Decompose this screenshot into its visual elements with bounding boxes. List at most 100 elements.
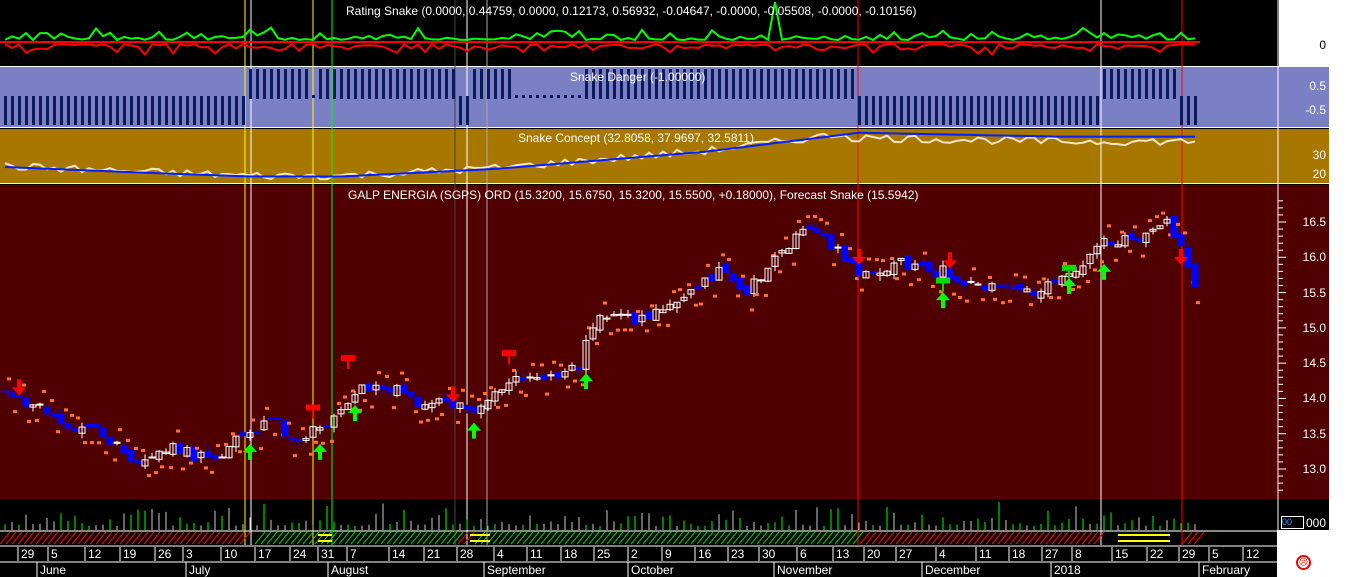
danger-bar [921, 96, 924, 125]
forecast-dot [678, 288, 682, 292]
date-tick-label: 12 [88, 547, 102, 561]
danger-bar [67, 96, 70, 125]
danger-bar [858, 96, 861, 125]
candle-body [1107, 241, 1115, 246]
forecast-dot [958, 295, 962, 299]
danger-bar [795, 69, 798, 99]
trend-hatch [792, 531, 804, 545]
candle-body [617, 313, 625, 316]
candle-body [71, 428, 79, 432]
chart-canvas [0, 0, 1286, 577]
trend-hatch [1039, 531, 1051, 545]
forecast-dot [512, 368, 516, 372]
danger-bar [494, 69, 497, 99]
date-tick-label: 7 [350, 547, 357, 561]
forecast-dot [713, 294, 717, 298]
forecast-dot [141, 448, 145, 452]
date-tick-label: 12 [1246, 547, 1260, 561]
date-tick-label: 3 [186, 547, 193, 561]
candle-body [15, 395, 23, 399]
trend-hatch [227, 531, 239, 545]
volume-scale-box[interactable]: 00 [1281, 516, 1304, 529]
exit-flag-icon [306, 404, 320, 411]
date-tick-label: 30 [762, 547, 776, 561]
trend-hatch [203, 531, 215, 545]
forecast-dot [377, 371, 381, 375]
forecast-dot [189, 461, 193, 465]
trend-hatch [901, 531, 913, 545]
candle-body [743, 285, 751, 295]
forecast-dot [806, 215, 810, 219]
buy-arrow-icon [348, 405, 362, 422]
candle-body [1177, 233, 1185, 247]
trend-hatch [29, 531, 41, 545]
price-tick-label: 15.0 [1302, 320, 1326, 335]
trend-hatch [546, 531, 558, 545]
danger-bar [270, 69, 273, 99]
trend-hatch [883, 531, 895, 545]
date-tick-label: 23 [731, 547, 745, 561]
danger-axis-label: 0.5 [1309, 79, 1326, 93]
date-tick-label: 6 [800, 547, 807, 561]
candle-body [57, 413, 65, 424]
trend-hatch [708, 531, 720, 545]
trend-hatch [320, 531, 332, 545]
danger-bar [53, 96, 56, 125]
trend-hatch [684, 531, 696, 545]
trend-hatch [889, 531, 901, 545]
candle-body [85, 423, 93, 428]
trend-hatch [197, 531, 209, 545]
trend-hatch [386, 531, 398, 545]
trend-hatch [570, 531, 582, 545]
trend-hatch [65, 531, 77, 545]
forecast-dot [629, 328, 633, 332]
price-tick-label: 16.0 [1302, 250, 1326, 265]
danger-bar [18, 96, 21, 125]
candle-body [834, 246, 842, 249]
forecast-dot [118, 428, 122, 432]
forecast-dot [741, 274, 745, 278]
buy-arrow-icon [313, 443, 327, 460]
candle-body [274, 417, 282, 420]
trend-hatch [810, 531, 822, 545]
trend-hatch [498, 531, 510, 545]
danger-bar [1096, 96, 1099, 125]
danger-bar [333, 69, 336, 99]
danger-bar [837, 69, 840, 99]
danger-bar [284, 69, 287, 99]
forecast-dot [650, 304, 654, 308]
error-smiley-icon[interactable]: ☹ [1296, 555, 1311, 570]
forecast-dot [727, 258, 731, 262]
danger-bar [249, 69, 252, 99]
candle-body [603, 317, 611, 320]
trend-hatch [564, 531, 576, 545]
candle-body [22, 397, 30, 407]
trend-hatch [474, 531, 486, 545]
danger-bar [970, 96, 973, 125]
trend-hatch [1015, 531, 1027, 545]
trend-hatch [380, 531, 392, 545]
date-tick-label: 18 [1012, 547, 1026, 561]
forecast-dot [42, 390, 46, 394]
forecast-dot [890, 257, 894, 261]
danger-bar [389, 69, 392, 99]
candle-body [827, 234, 835, 250]
forecast-dot [1183, 231, 1187, 235]
trend-hatch [582, 531, 594, 545]
danger-dot [529, 95, 532, 98]
forecast-dot [1008, 299, 1012, 303]
forecast-dot [636, 310, 640, 314]
trend-hatch [95, 531, 107, 545]
danger-bar [1068, 96, 1071, 125]
candle-body [1016, 283, 1024, 291]
trend-hatch [558, 531, 570, 545]
forecast-dot [343, 395, 347, 399]
forecast-dot [204, 466, 208, 470]
forecast-dot [426, 418, 430, 422]
forecast-dot [64, 408, 68, 412]
candle-body [148, 456, 156, 459]
forecast-dot [1107, 224, 1111, 228]
trend-hatch [221, 531, 233, 545]
candle-body [288, 437, 296, 441]
rating-negative-line [4, 42, 1196, 57]
